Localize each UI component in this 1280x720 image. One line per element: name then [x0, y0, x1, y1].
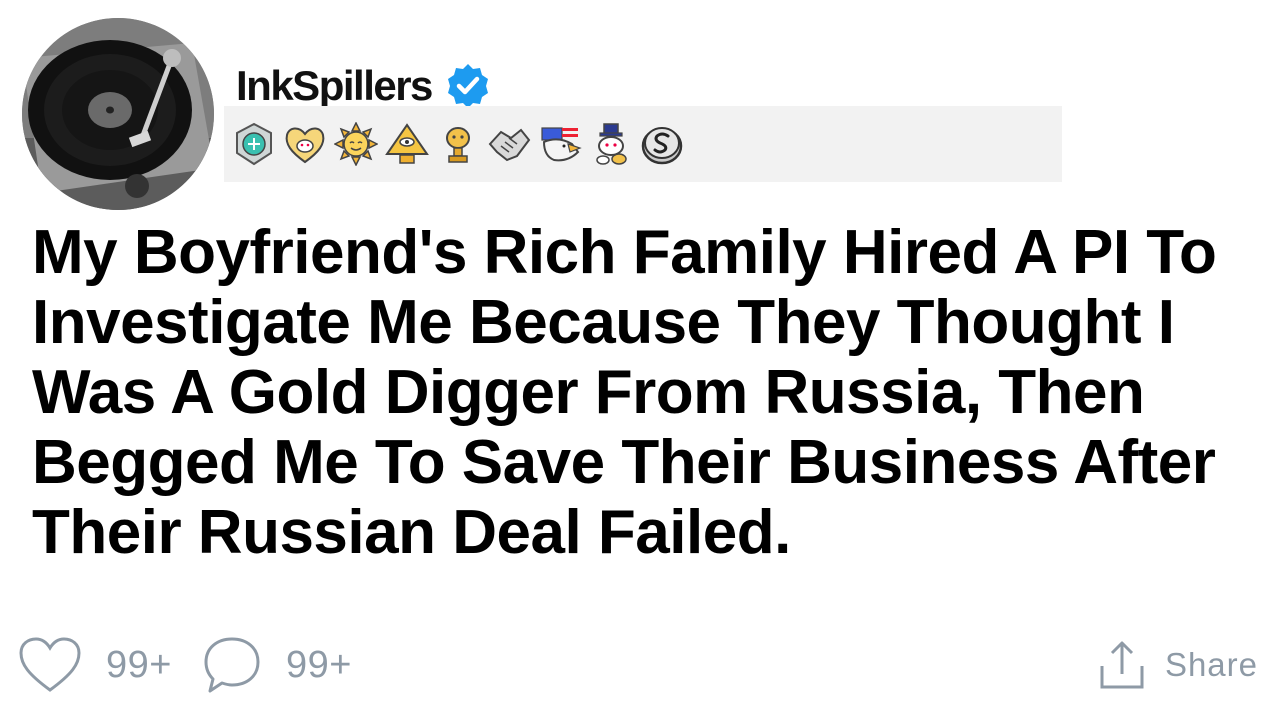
- like-count: 99+: [106, 643, 172, 686]
- post-actions: 99+ 99+ Share: [18, 630, 1258, 700]
- illuminati-pyramid-award-icon[interactable]: [385, 122, 429, 166]
- comment-bubble-icon: [204, 637, 260, 693]
- sun-face-award-icon[interactable]: [333, 121, 379, 167]
- share-button[interactable]: Share: [1099, 640, 1258, 690]
- comment-count: 99+: [285, 643, 352, 686]
- turntable-icon: [22, 18, 214, 210]
- silver-gem-award-icon[interactable]: [232, 122, 276, 166]
- comment-button[interactable]: 99+: [202, 635, 352, 695]
- verified-badge-icon: [444, 62, 492, 110]
- author-avatar[interactable]: [22, 18, 214, 210]
- awards-bar: [224, 106, 1062, 182]
- snoo-top-hat-award-icon[interactable]: [589, 122, 633, 166]
- share-label: Share: [1164, 646, 1258, 683]
- share-upload-icon: [1100, 641, 1144, 689]
- silver-s-coin-award-icon[interactable]: [640, 122, 684, 166]
- heart-snoo-award-icon[interactable]: [283, 122, 327, 166]
- patriot-eagle-award-icon[interactable]: [538, 122, 582, 166]
- author-username[interactable]: InkSpillers: [236, 62, 433, 110]
- gold-trophy-snoo-award-icon[interactable]: [436, 122, 480, 166]
- post-title: My Boyfriend's Rich Family Hired A PI To…: [32, 218, 1217, 567]
- handshake-award-icon[interactable]: [487, 122, 531, 166]
- like-button[interactable]: 99+: [18, 636, 172, 694]
- heart-icon: [19, 637, 81, 692]
